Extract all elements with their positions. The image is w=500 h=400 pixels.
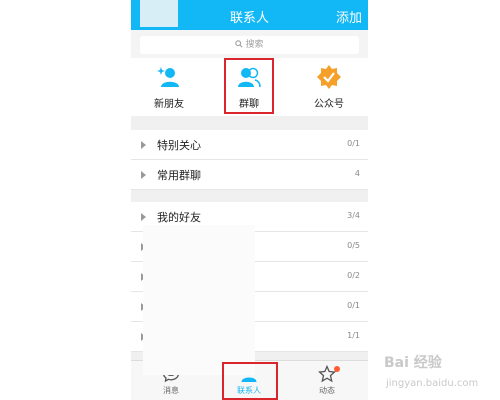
official-accounts-button[interactable]: 公众号 xyxy=(299,64,359,110)
search-placeholder: 搜索 xyxy=(245,40,264,50)
group-count: 4 xyxy=(354,169,360,178)
section-divider xyxy=(131,190,368,202)
contacts-tab-highlight xyxy=(222,362,278,400)
title-bar: 联系人 添加 xyxy=(131,0,368,30)
official-accounts-label: 公众号 xyxy=(314,99,344,110)
redacted-area xyxy=(143,225,255,375)
watermark-url: jingyan.baidu.com xyxy=(386,378,479,389)
group-name: 特别关心 xyxy=(157,139,201,152)
tab-label: 消息 xyxy=(163,386,179,395)
group-name: 常用群聊 xyxy=(157,169,201,182)
group-count: 0/2 xyxy=(347,271,360,280)
group-chat-highlight xyxy=(224,58,274,114)
new-friend-icon xyxy=(157,67,179,87)
expand-arrow-icon xyxy=(141,141,146,149)
add-button[interactable]: 添加 xyxy=(336,7,362,26)
new-friends-label: 新朋友 xyxy=(154,99,184,110)
group-count: 3/4 xyxy=(347,211,360,220)
expand-arrow-icon xyxy=(141,213,146,221)
tab-moments[interactable]: 动态 xyxy=(297,365,357,396)
tab-label: 动态 xyxy=(319,386,335,395)
group-count: 0/5 xyxy=(347,241,360,250)
group-count: 1/1 xyxy=(347,331,360,340)
section-divider xyxy=(131,116,368,130)
watermark: Bai 经验 jingyan.baidu.com xyxy=(384,352,496,396)
group-row-special[interactable]: 特别关心 0/1 xyxy=(131,130,368,160)
search-icon xyxy=(235,40,244,48)
official-account-icon xyxy=(317,65,341,89)
notification-dot xyxy=(334,366,340,372)
group-row-common-chats[interactable]: 常用群聊 4 xyxy=(131,160,368,190)
expand-arrow-icon xyxy=(141,171,146,179)
page-title: 联系人 xyxy=(229,11,269,26)
search-bar: 搜索 xyxy=(131,30,368,58)
new-friends-button[interactable]: 新朋友 xyxy=(139,64,199,110)
watermark-text: Bai 经验 xyxy=(384,355,442,371)
group-count: 0/1 xyxy=(347,139,360,148)
group-name: 我的好友 xyxy=(157,211,201,224)
group-count: 0/1 xyxy=(347,301,360,310)
search-input[interactable]: 搜索 xyxy=(140,36,359,54)
